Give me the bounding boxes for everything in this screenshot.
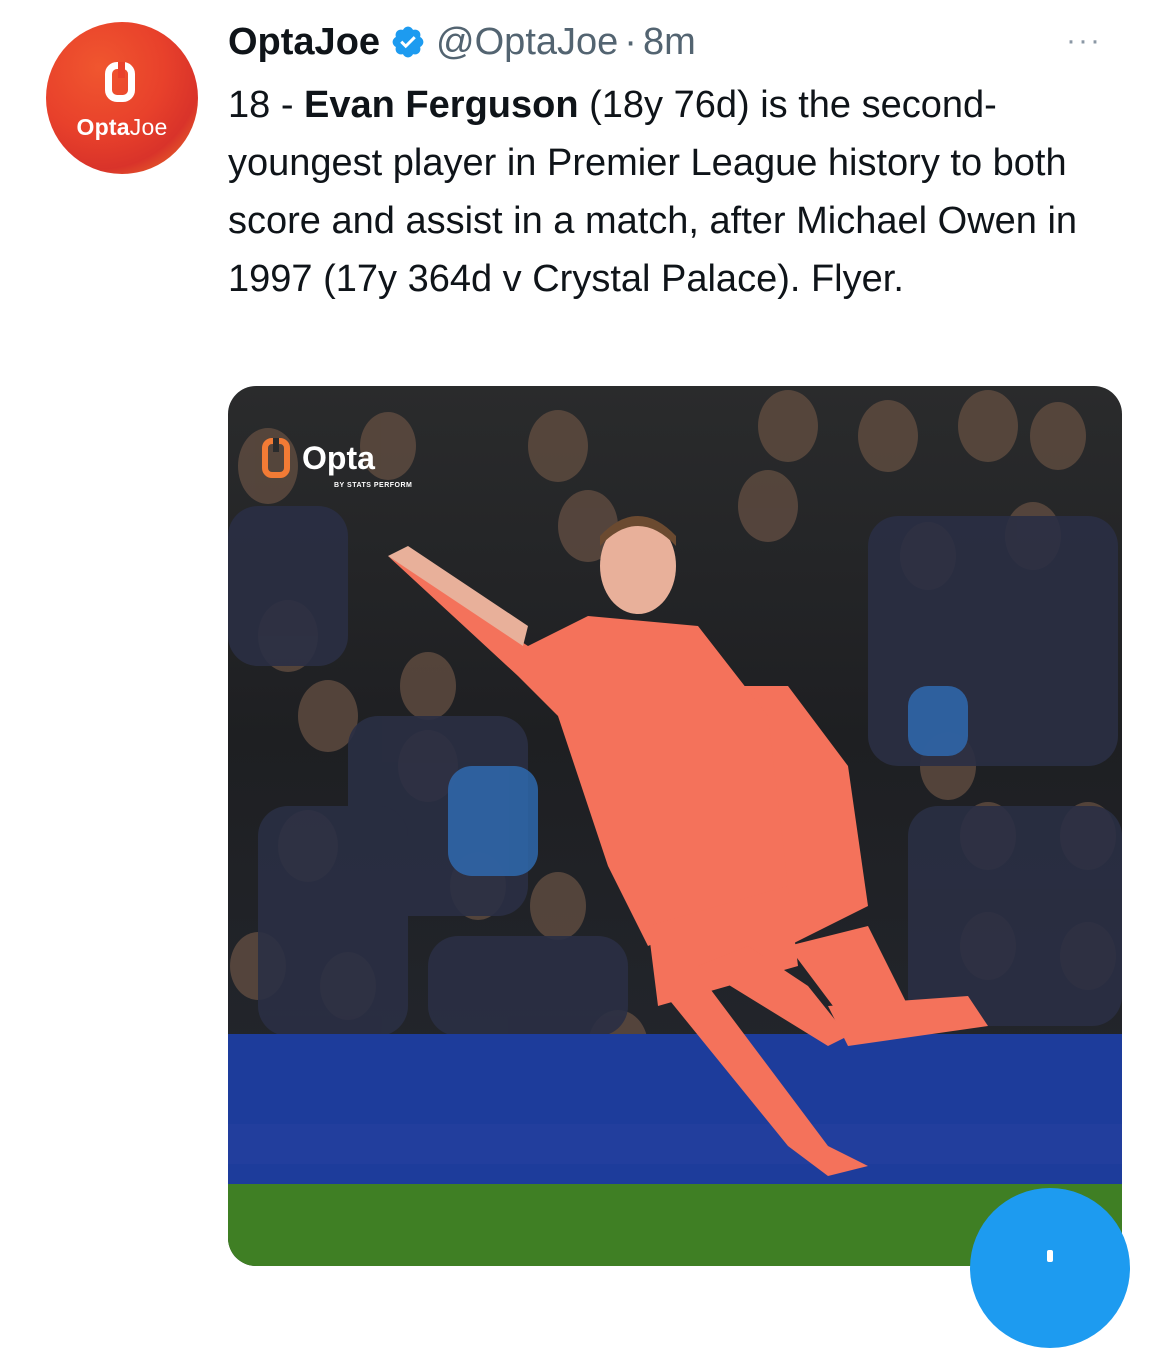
tweet-text-prefix: 18 - [228,84,305,126]
opta-mark-icon [105,62,135,102]
photo-scene [228,390,1122,1266]
more-icon[interactable]: ··· [1066,24,1102,58]
opta-watermark-text: Opta [302,440,375,476]
tweet-header: OptaJoe @OptaJoe · 8m [228,18,696,66]
avatar-brand: OptaJoe [46,114,198,141]
tweet-media-photo[interactable]: Opta BY STATS PERFORM [228,386,1122,1266]
separator: · [624,20,637,63]
compose-icon [1047,1250,1053,1262]
display-name[interactable]: OptaJoe [228,21,380,64]
tweet-text: 18 - Evan Ferguson (18y 76d) is the seco… [228,76,1133,308]
board-stripe [228,1124,1122,1164]
avatar-brand-bold: Opta [76,114,130,140]
compose-button[interactable] [970,1188,1130,1348]
verified-badge-icon [390,24,426,60]
opta-watermark-sub: BY STATS PERFORM [334,482,413,489]
timestamp[interactable]: 8m [643,21,696,64]
avatar-brand-light: Joe [129,114,168,140]
avatar[interactable]: OptaJoe [46,22,198,174]
opta-watermark: Opta BY STATS PERFORM [262,438,412,489]
tweet-text-bold[interactable]: Evan Ferguson [304,84,579,126]
handle[interactable]: @OptaJoe [436,21,618,64]
opta-logo-icon [262,438,290,478]
